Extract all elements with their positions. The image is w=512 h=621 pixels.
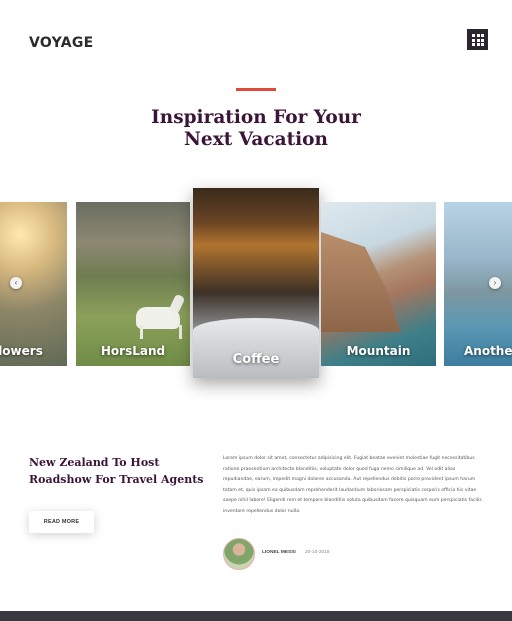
horse-image: [136, 307, 182, 339]
slide-label: Coffee: [232, 352, 280, 367]
chevron-left-icon[interactable]: ‹: [10, 277, 22, 289]
avatar[interactable]: [223, 538, 255, 570]
hero-title-line-2: Next Vacation: [184, 129, 328, 150]
site-header: VOYAGE: [0, 0, 512, 80]
site-footer: [0, 611, 512, 621]
hero-title: Inspiration For Your Next Vacation: [0, 107, 512, 151]
carousel-slide-coffee[interactable]: Coffee: [193, 188, 319, 378]
logo[interactable]: VOYAGE: [29, 35, 93, 51]
post-date: 20-10-2018: [305, 550, 330, 555]
title-accent-line: [236, 88, 276, 91]
slide-label: HorsLand: [100, 344, 166, 358]
grid-icon[interactable]: [467, 29, 488, 50]
chevron-right-icon[interactable]: ›: [489, 277, 501, 289]
carousel-slide-another[interactable]: Another: [444, 202, 512, 366]
post-title[interactable]: New Zealand To Host Roadshow For Travel …: [29, 454, 219, 488]
author-name[interactable]: LIONEL MESSI: [262, 550, 296, 555]
post-body: Lorem ipsum dolor sit amet, consectetur …: [223, 456, 482, 514]
carousel-slide-mountain[interactable]: Mountain: [321, 202, 436, 366]
slide-label: Flowers: [0, 344, 43, 358]
slide-label: Mountain: [346, 344, 411, 358]
cliff-town-image: [321, 232, 401, 332]
hero-title-line-1: Inspiration For Your: [151, 107, 361, 128]
destination-carousel: Flowers HorsLand Coffee Mountain Another: [0, 188, 512, 380]
slide-label: Another: [464, 344, 512, 358]
post-author: LIONEL MESSI 20-10-2018: [223, 538, 423, 570]
restaurant-table-image: [193, 318, 319, 378]
read-more-button[interactable]: READ MORE: [29, 511, 94, 533]
carousel-slide-horsland[interactable]: HorsLand: [76, 202, 190, 366]
